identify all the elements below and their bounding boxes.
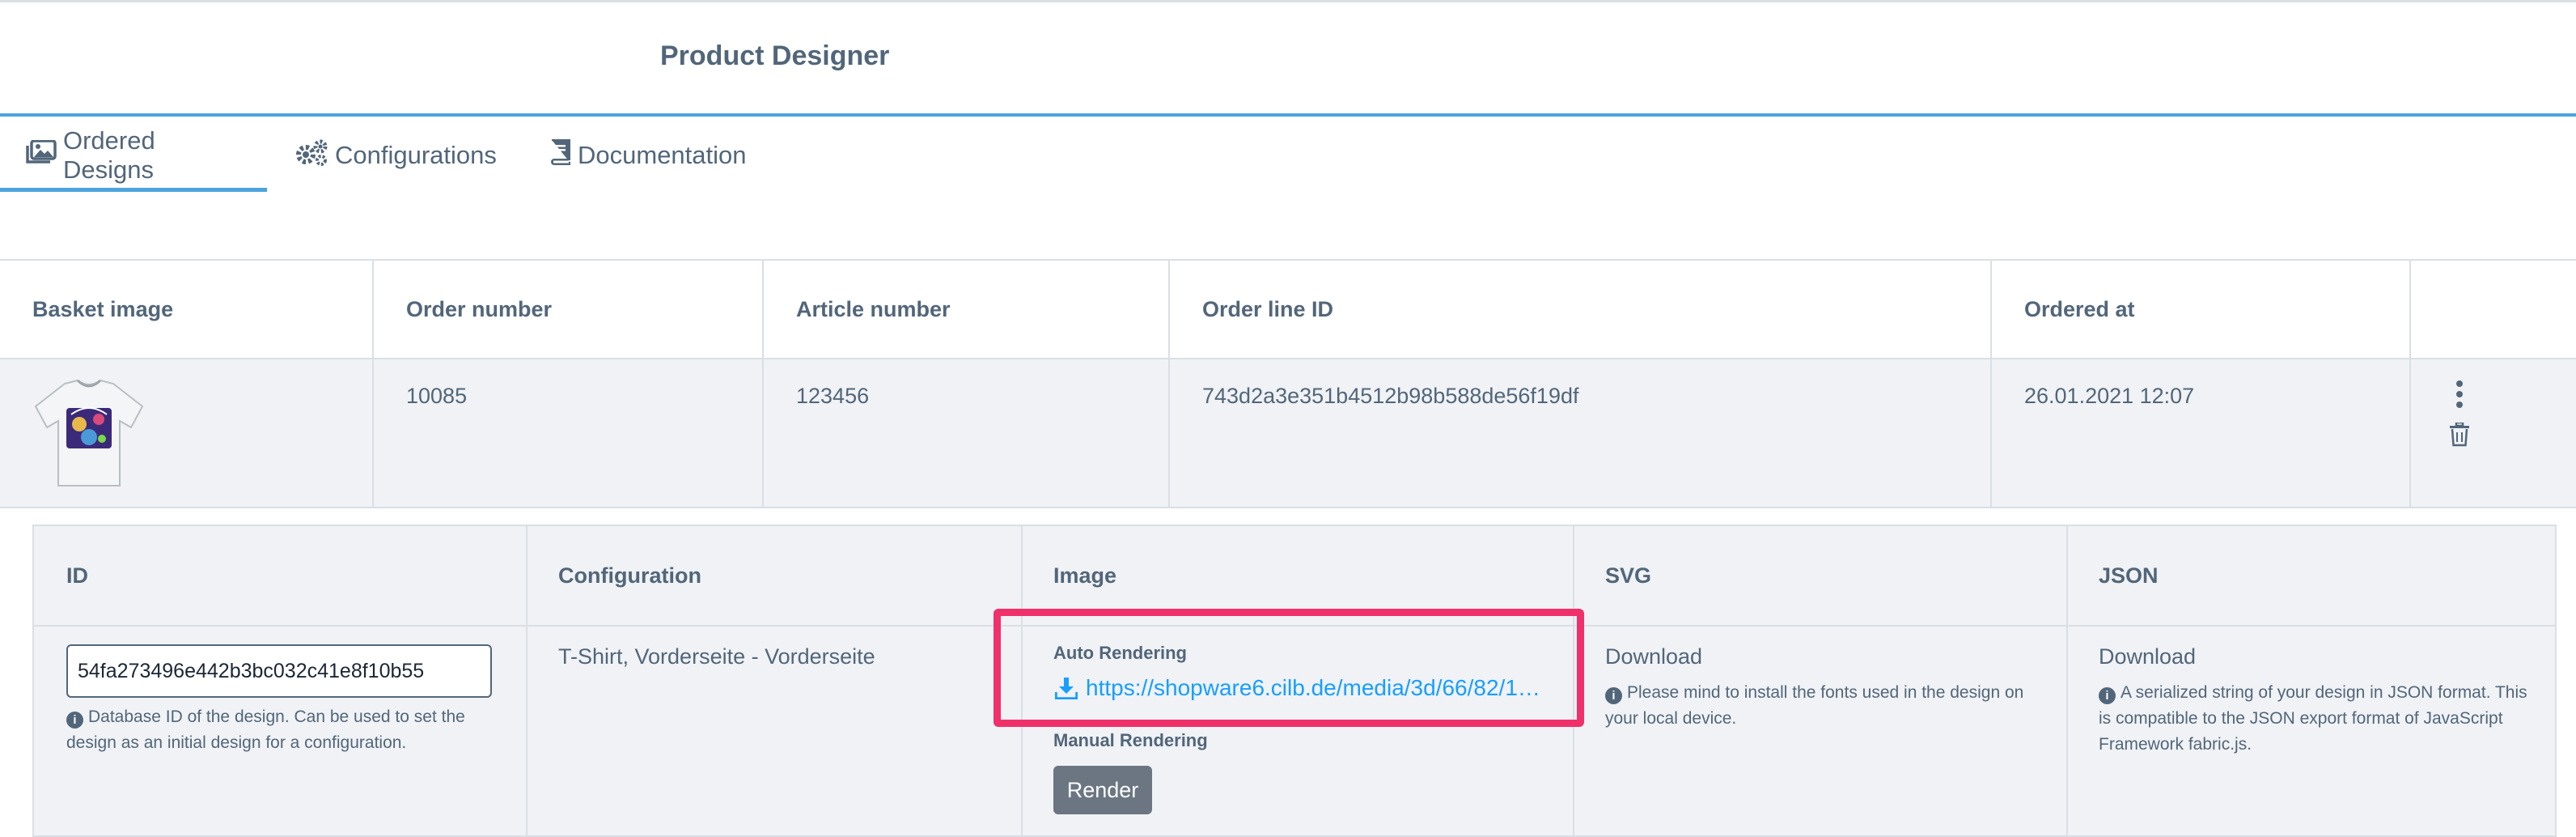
ordered-at: 26.01.2021 12:07 [2024,384,2195,408]
column-header-id: ID [66,563,88,588]
cogs-icon [294,138,328,172]
json-help: iA serialized string of your design in J… [2099,680,2536,758]
column-divider [1990,359,1992,507]
column-header-ordered-at[interactable]: Ordered at [2024,261,2135,358]
info-icon: i [1605,687,1622,704]
trash-icon[interactable] [2443,423,2476,448]
more-options-icon[interactable] [2443,380,2476,408]
basket-image-tshirt[interactable] [32,377,146,491]
page-title: Product Designer [660,40,890,71]
column-divider [2409,359,2411,507]
highlight-box [994,609,1584,727]
tab-label: Ordered Designs [63,126,155,184]
column-header-configuration: Configuration [558,563,701,588]
column-divider [762,359,764,507]
design-id-field[interactable] [66,644,492,698]
manual-rendering-label: Manual Rendering [1053,730,1208,750]
tab-configurations[interactable]: Configurations [294,117,497,194]
column-divider [2409,261,2411,358]
order-number: 10085 [406,384,468,408]
column-header-article-number[interactable]: Article number [796,261,951,358]
tab-documentation[interactable]: Documentation [549,117,747,194]
svg-download-link[interactable]: Download [1605,644,1702,669]
row-actions [2443,380,2476,448]
design-id-help-text: Database ID of the design. Can be used t… [66,707,465,752]
column-divider [762,261,764,358]
column-divider [372,261,374,358]
top-border [0,0,2576,2]
column-header-order-number[interactable]: Order number [406,261,552,358]
active-tab-indicator [0,188,267,192]
column-divider [372,359,374,507]
info-icon: i [2099,687,2116,704]
svg-help: i Please mind to install the fonts used i… [1605,680,2042,732]
info-icon: i [66,712,83,729]
column-divider [1168,261,1170,358]
design-id-help: i Database ID of the design. Can be used … [66,704,487,756]
orders-table-header: Basket image Order number Article number… [0,259,2576,359]
tab-label: Configurations [335,141,497,169]
column-divider [1168,359,1170,507]
column-divider [1990,261,1992,358]
column-divider [2066,526,2068,835]
book-icon [549,139,571,172]
column-divider [526,526,527,835]
render-button[interactable]: Render [1053,766,1152,814]
tab-label: Documentation [578,141,747,169]
tab-ordered-designs[interactable]: Ordered Designs [26,117,155,194]
json-download-link[interactable]: Download [2099,644,2196,669]
svg-help-text: Please mind to install the fonts used in… [1605,683,2024,728]
column-header-svg: SVG [1605,563,1652,588]
article-number: 123456 [796,384,870,408]
column-header-order-line-id[interactable]: Order line ID [1202,261,1333,358]
configuration-value: T-Shirt, Vorderseite - Vorderseite [558,644,875,669]
json-help-text: A serialized string of your design in JS… [2099,683,2527,754]
column-header-json: JSON [2099,563,2159,588]
order-line-id: 743d2a3e351b4512b98b588de56f19df [1202,384,1579,408]
table-row[interactable]: 10085 123456 743d2a3e351b4512b98b588de56… [0,359,2576,508]
column-header-basket-image[interactable]: Basket image [32,261,173,358]
images-icon [26,139,57,171]
